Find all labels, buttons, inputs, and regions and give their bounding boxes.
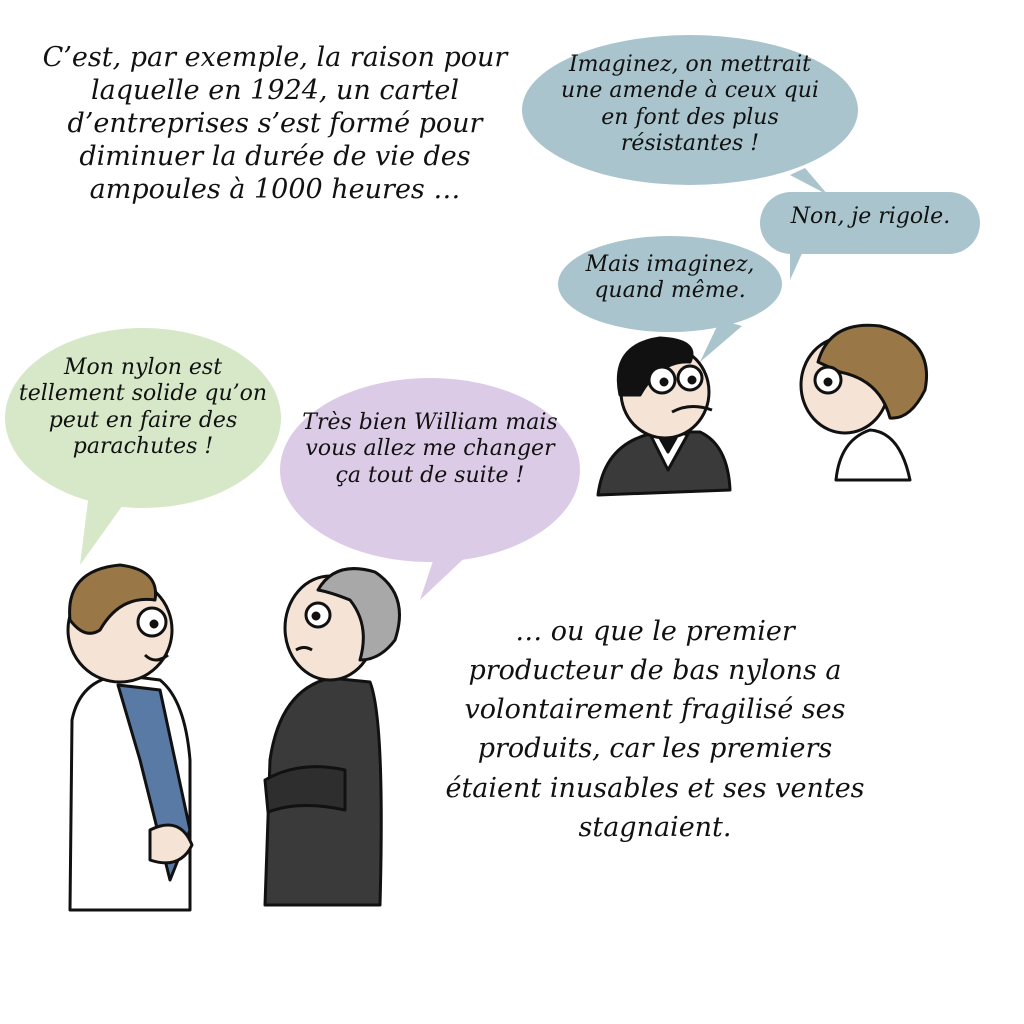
bubble-nylon-solide-text: Mon nylon est tellement solide qu’on peu… bbox=[18, 355, 268, 460]
young-person-figure bbox=[799, 323, 928, 482]
bubble-rigole-text: Non, je rigole. bbox=[790, 204, 951, 229]
boss-figure bbox=[263, 567, 401, 907]
bubble-william-text: Très bien William mais vous allez me cha… bbox=[302, 410, 558, 488]
caption-intro: C’est, par exemple, la raison pour laque… bbox=[42, 42, 508, 205]
bubble-amende-text: Imaginez, on mettrait une amende à ceux … bbox=[561, 52, 819, 157]
bubble-imaginez-text: Mais imaginez, quand même. bbox=[585, 252, 755, 304]
scientist-figure bbox=[66, 563, 194, 912]
caption-nylon: … ou que le premier producteur de bas ny… bbox=[445, 616, 865, 843]
mustache-man-figure bbox=[596, 336, 732, 497]
